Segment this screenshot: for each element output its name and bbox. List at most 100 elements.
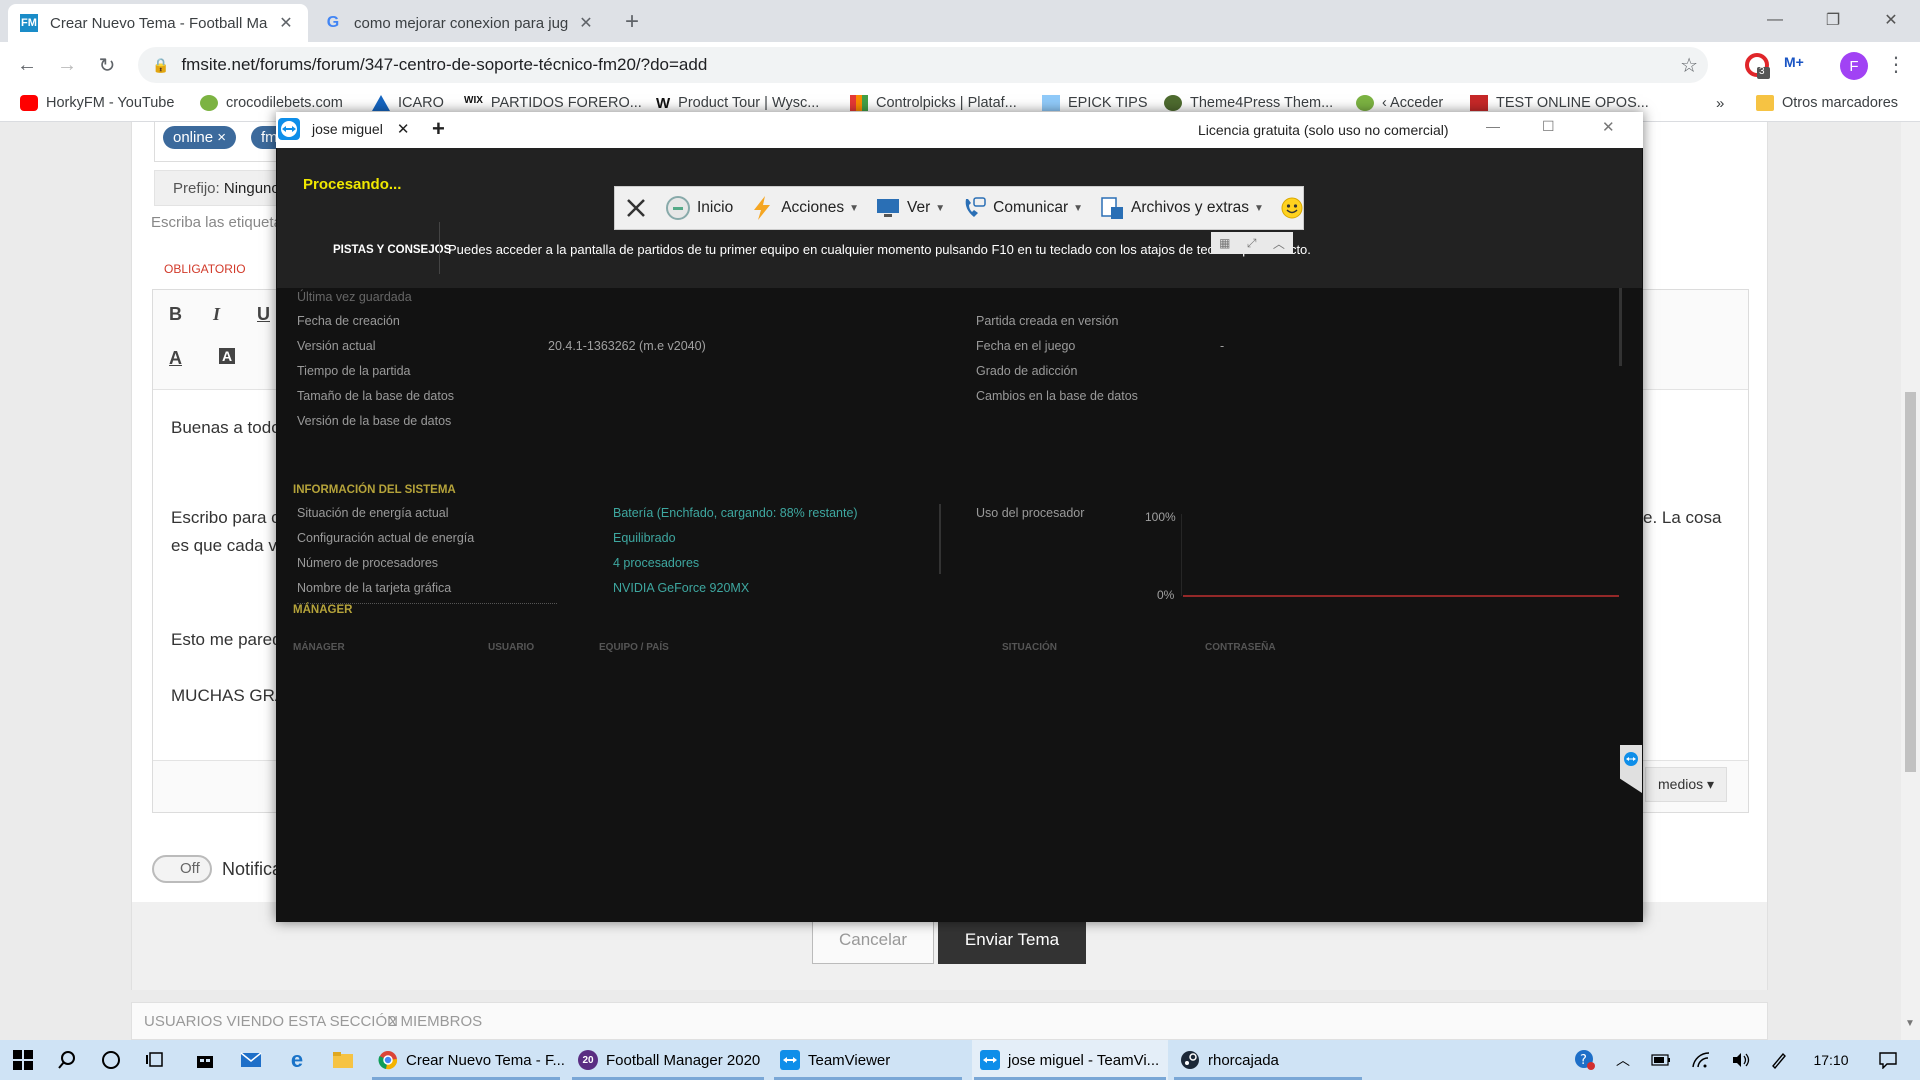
maximize-icon[interactable]: ☐: [1542, 118, 1555, 135]
address-bar[interactable]: 🔒 fmsite.net/forums/forum/347-centro-de-…: [138, 47, 1708, 83]
toolbar-comunicar[interactable]: Comunicar ▼: [961, 195, 1083, 221]
fm-scrollbar[interactable]: [1619, 288, 1622, 366]
close-icon[interactable]: ✕: [397, 120, 410, 138]
close-icon[interactable]: ✕: [276, 13, 296, 33]
clock[interactable]: 17:10: [1802, 1040, 1860, 1080]
underline-icon[interactable]: U: [257, 304, 270, 325]
tab-title: Crear Nuevo Tema - Football Ma: [50, 14, 268, 32]
task-view-icon[interactable]: [132, 1040, 178, 1080]
battery-icon[interactable]: [1646, 1040, 1676, 1080]
cortana-icon[interactable]: [88, 1040, 134, 1080]
bookmark-item[interactable]: ICARO: [372, 95, 444, 111]
close-icon[interactable]: ✕: [576, 13, 596, 33]
bookmark-item[interactable]: WIX PARTIDOS FORERO...: [464, 95, 642, 111]
bookmark-item[interactable]: ‹ Acceder: [1356, 95, 1443, 111]
pen-icon[interactable]: [1764, 1040, 1794, 1080]
expand-icon[interactable]: ⤢: [1247, 236, 1257, 251]
bookmark-item[interactable]: Theme4Press Them...: [1164, 95, 1333, 111]
column-header[interactable]: MÁNAGER: [293, 642, 345, 653]
toolbar-handle[interactable]: ▦ ⤢ ︿: [1211, 232, 1293, 254]
column-header[interactable]: SITUACIÓN: [1002, 642, 1057, 653]
search-icon[interactable]: [44, 1040, 90, 1080]
grid-icon[interactable]: ▦: [1219, 236, 1230, 250]
toolbar-acciones[interactable]: Acciones ▼: [749, 195, 859, 221]
store-icon[interactable]: [182, 1040, 228, 1080]
taskbar-app-steam[interactable]: rhorcajada: [1172, 1040, 1364, 1080]
taskbar-app-teamviewer-session[interactable]: jose miguel - TeamVi...: [972, 1040, 1168, 1080]
teamviewer-side-panel-handle[interactable]: [1620, 745, 1642, 793]
bookmark-item[interactable]: Controlpicks | Plataf...: [850, 95, 1017, 111]
other-bookmarks-folder[interactable]: Otros marcadores: [1756, 95, 1898, 111]
taskbar-app-teamviewer[interactable]: TeamViewer: [772, 1040, 964, 1080]
clipped-row: [297, 603, 717, 607]
edge-icon[interactable]: e: [274, 1040, 320, 1080]
toolbar-ver[interactable]: Ver ▼: [875, 195, 945, 221]
close-window-icon[interactable]: ✕: [1602, 118, 1615, 136]
minimize-icon[interactable]: —: [1486, 118, 1500, 134]
scroll-down-icon[interactable]: ▼: [1905, 1018, 1915, 1029]
forward-icon[interactable]: →: [50, 48, 84, 82]
bookmark-item[interactable]: EPICK TIPS: [1042, 95, 1148, 111]
row-label: Tiempo de la partida: [297, 364, 411, 378]
cancel-button[interactable]: Cancelar: [812, 916, 934, 964]
row-value: 4 procesadores: [613, 556, 700, 570]
profile-avatar[interactable]: F: [1840, 52, 1868, 80]
page-scrollbar[interactable]: ▼: [1901, 122, 1920, 1040]
restore-icon[interactable]: ❐: [1804, 0, 1862, 40]
column-header[interactable]: EQUIPO / PAÍS: [599, 642, 669, 653]
chevron-down-icon: ▼: [849, 202, 859, 214]
file-explorer-icon[interactable]: [320, 1040, 366, 1080]
bookmark-item[interactable]: HorkyFM - YouTube: [20, 95, 174, 111]
toolbar-inicio[interactable]: Inicio: [665, 195, 733, 221]
new-tab-button[interactable]: +: [616, 6, 648, 38]
text-color-icon[interactable]: A: [169, 348, 182, 369]
notify-toggle[interactable]: Off: [152, 855, 212, 883]
mail-icon[interactable]: [228, 1040, 274, 1080]
windows-start-icon[interactable]: [0, 1040, 46, 1080]
tag-chip[interactable]: online ×: [163, 126, 236, 149]
bookmark-item[interactable]: W Product Tour | Wysc...: [656, 95, 819, 112]
tab-crear-nuevo-tema[interactable]: FM Crear Nuevo Tema - Football Ma ✕: [8, 4, 308, 42]
smiley-icon[interactable]: [1280, 196, 1304, 220]
star-icon[interactable]: ☆: [1680, 53, 1698, 78]
submit-button[interactable]: Enviar Tema: [938, 916, 1086, 964]
tab-google-search[interactable]: G como mejorar conexion para jug ✕: [312, 4, 608, 42]
back-icon[interactable]: ←: [10, 48, 44, 82]
taskbar-app-football-manager[interactable]: 20 Football Manager 2020: [570, 1040, 766, 1080]
menu-icon[interactable]: ⋮: [1886, 52, 1906, 77]
movistar-extension-icon[interactable]: M+: [1784, 54, 1804, 70]
bookmark-item[interactable]: TEST ONLINE OPOS...: [1470, 95, 1649, 111]
add-session-icon[interactable]: +: [432, 116, 445, 142]
lightning-icon: [749, 195, 775, 221]
toolbar-archivos[interactable]: Archivos y extras ▼: [1099, 195, 1264, 221]
row-label: Configuración actual de energía: [297, 531, 475, 545]
scrollbar-thumb[interactable]: [1905, 392, 1916, 772]
editor-line: e. La cosa: [1643, 508, 1722, 527]
row-label: Partida creada en versión: [976, 314, 1119, 328]
epick-icon: [1042, 95, 1060, 111]
reload-icon[interactable]: ↻: [90, 48, 124, 82]
column-header[interactable]: USUARIO: [488, 642, 534, 653]
help-tray-icon[interactable]: ?: [1568, 1040, 1602, 1080]
taskbar-app-chrome[interactable]: Crear Nuevo Tema - F...: [370, 1040, 565, 1080]
bookmark-item[interactable]: crocodilebets.com: [200, 95, 343, 111]
wifi-icon[interactable]: [1686, 1040, 1716, 1080]
media-button[interactable]: medios ▾: [1645, 767, 1728, 802]
bookmarks-more-button[interactable]: »: [1716, 95, 1724, 112]
column-header[interactable]: CONTRASEÑA: [1205, 642, 1276, 653]
chevron-up-icon[interactable]: ︿: [1608, 1040, 1638, 1080]
opera-extension-icon[interactable]: 3: [1744, 52, 1772, 80]
google-icon: G: [326, 14, 340, 31]
background-color-icon[interactable]: A: [219, 348, 236, 364]
collapse-icon[interactable]: ︿: [1273, 235, 1285, 252]
close-window-icon[interactable]: ✕: [1862, 0, 1920, 40]
url-text: fmsite.net/forums/forum/347-centro-de-so…: [181, 55, 708, 74]
volume-icon[interactable]: [1726, 1040, 1756, 1080]
italic-icon[interactable]: I: [213, 304, 220, 325]
cpu-axis-top: 100%: [1145, 510, 1176, 524]
close-session-icon[interactable]: [623, 195, 655, 221]
session-tab[interactable]: jose miguel ✕: [304, 112, 418, 148]
minimize-icon[interactable]: —: [1746, 0, 1804, 40]
bold-icon[interactable]: B: [169, 304, 182, 325]
notifications-icon[interactable]: [1868, 1040, 1908, 1080]
